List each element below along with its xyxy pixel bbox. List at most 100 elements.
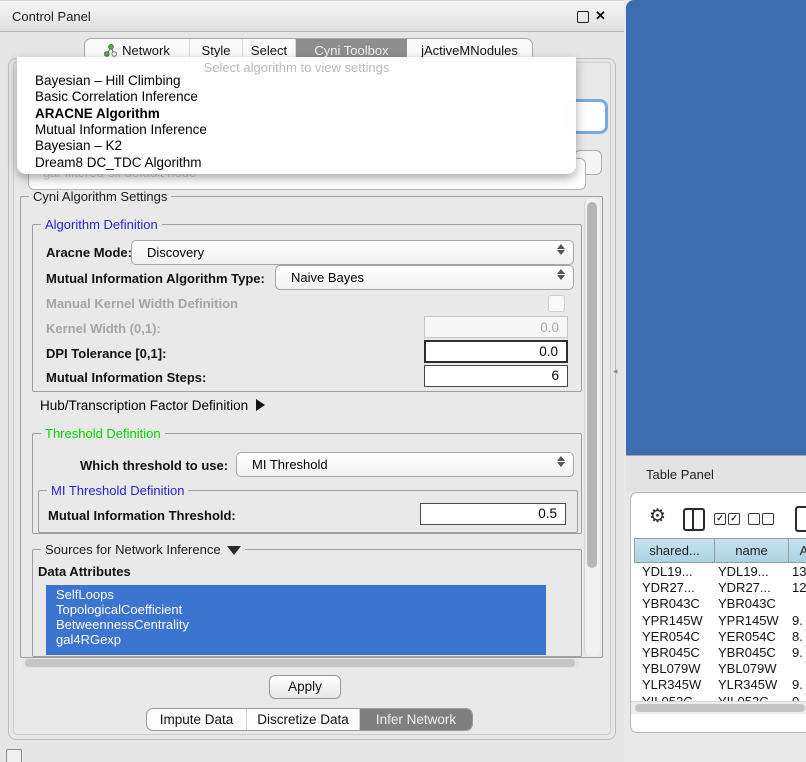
algorithm-option[interactable]: ARACNE Algorithm [35, 106, 160, 122]
table-cell: YBL079W [718, 661, 777, 676]
network-icon [104, 44, 117, 57]
table-row[interactable]: YER054C YER054C 8. [634, 628, 806, 644]
stepper-arrows-icon [557, 456, 565, 467]
algorithm-option[interactable]: Bayesian – K2 [35, 138, 122, 154]
table-cell: 9. [792, 645, 803, 660]
table-horizontal-scrollbar[interactable] [631, 701, 806, 714]
algorithm-option[interactable]: Basic Correlation Inference [35, 89, 198, 105]
table-cell: YPR145W [642, 613, 703, 628]
table-cell: YPR145W [718, 613, 779, 628]
close-icon[interactable]: ✕ [595, 8, 606, 24]
screen: Control Panel ✕ Network Style Select Cyn… [0, 0, 806, 762]
mi-threshold-field[interactable]: 0.5 [420, 503, 566, 525]
panel-title: Control Panel [12, 9, 91, 24]
group-title: Cyni Algorithm Settings [29, 189, 171, 204]
table-row[interactable]: YDR27... YDR27... 12 [634, 579, 806, 595]
kernel-width-field[interactable]: 0.0 [424, 316, 568, 338]
manual-kernel-checkbox[interactable] [548, 295, 565, 312]
table-row[interactable]: YBL079WYBL079W [634, 660, 806, 676]
deselect-all-icon[interactable] [748, 513, 760, 525]
group-title: MI Threshold Definition [47, 483, 188, 498]
attribute-item[interactable]: BetweennessCentrality [56, 617, 189, 632]
table-row[interactable]: YPR145W YPR145W 9. [634, 612, 806, 628]
dock-panel-icon[interactable] [6, 749, 22, 762]
algorithm-dropdown-popup: Select algorithm to view settings Bayesi… [17, 57, 576, 174]
mi-steps-label: Mutual Information Steps: [46, 370, 206, 385]
aracne-mode-label: Aracne Mode: [46, 245, 132, 260]
column-header-shared-name[interactable]: shared... [634, 538, 714, 563]
collapse-down-icon[interactable] [227, 546, 241, 555]
scrollbar-thumb[interactable] [587, 202, 597, 568]
table-panel: ⚙ ✓ ✓ shared... name A YDL19... YDL19... 1… [630, 492, 806, 733]
kernel-width-label: Kernel Width (0,1): [46, 321, 161, 336]
mi-type-combobox[interactable]: Naive Bayes [275, 265, 574, 290]
scrollbar-thumb[interactable] [635, 704, 805, 712]
data-attributes-list[interactable]: SelfLoopsTopologicalCoefficientBetweenne… [46, 585, 546, 655]
mi-type-label: Mutual Information Algorithm Type: [46, 271, 265, 286]
table-cell: YDR27... [718, 580, 771, 595]
scrollbar-thumb[interactable] [25, 659, 575, 667]
float-panel-icon[interactable] [577, 11, 589, 23]
mi-steps-field[interactable]: 6 [424, 365, 568, 387]
table-row[interactable]: YDL19... YDL19... 13 [634, 563, 806, 579]
aracne-mode-combobox[interactable]: Discovery [131, 240, 574, 265]
dpi-tolerance-field[interactable]: 0.0 [424, 340, 568, 363]
which-threshold-label: Which threshold to use: [80, 458, 228, 473]
select-all-icon[interactable]: ✓ [714, 513, 726, 525]
control-panel-titlebar: Control Panel ✕ [0, 0, 624, 32]
tab-impute-data[interactable]: Impute Data [147, 709, 247, 730]
column-header-partial[interactable]: A [788, 538, 806, 563]
table-cell: 9. [792, 677, 803, 692]
deselect-all-icon[interactable] [762, 513, 774, 525]
splitter-collapse-icon[interactable]: ◂ [613, 366, 618, 377]
settings-horizontal-scrollbar[interactable] [22, 658, 580, 668]
table-row[interactable]: YLR345W YLR345W 9. [634, 676, 806, 692]
control-panel-window: Control Panel ✕ Network Style Select Cyn… [0, 0, 624, 762]
attribute-item[interactable]: SelfLoops [56, 587, 114, 602]
algorithm-option[interactable]: Bayesian – Hill Climbing [35, 73, 181, 89]
tab-label: Network [122, 43, 170, 58]
table-cell: YLR345W [642, 677, 701, 692]
table-cell: YER054C [642, 629, 700, 644]
algorithm-option[interactable]: Mutual Information Inference [35, 122, 207, 138]
table-cell: 8. [792, 629, 803, 644]
column-header-name[interactable]: name [714, 538, 788, 563]
group-title: Sources for Network Inference [41, 542, 245, 557]
table-cell: YDR27... [642, 580, 695, 595]
manual-kernel-label: Manual Kernel Width Definition [46, 296, 238, 311]
stepper-arrows-icon [557, 244, 565, 255]
table-row[interactable]: YBR045CYBR045C9. [634, 644, 806, 660]
table-cell: 12 [792, 580, 806, 595]
table-cell: 9. [792, 613, 803, 628]
attribute-item[interactable]: TopologicalCoefficient [56, 602, 182, 617]
hub-section-toggle[interactable]: Hub/Transcription Factor Definition [40, 398, 265, 413]
column-layout-icon[interactable] [683, 508, 705, 531]
table-row[interactable]: YBR043CYBR043C [634, 595, 806, 611]
table-panel-title: Table Panel [646, 467, 714, 482]
bottom-tabbar: Impute Data Discretize Data Infer Networ… [146, 708, 473, 731]
attribute-item[interactable]: gal4RGexp [56, 632, 121, 647]
group-title: Algorithm Definition [41, 217, 162, 232]
algorithm-option[interactable]: Dream8 DC_TDC Algorithm [35, 155, 202, 171]
table-cell: YLR345W [718, 677, 777, 692]
settings-vertical-scrollbar[interactable] [584, 198, 600, 656]
gear-icon[interactable]: ⚙ [649, 505, 666, 528]
expand-right-icon [256, 399, 265, 411]
mi-threshold-label: Mutual Information Threshold: [48, 508, 236, 523]
data-attributes-label: Data Attributes [38, 564, 131, 579]
select-all-icon[interactable]: ✓ [728, 513, 740, 525]
table-cell: YER054C [718, 629, 776, 644]
table-cell: 13 [792, 564, 806, 579]
tab-infer-network[interactable]: Infer Network [360, 709, 472, 730]
table-cell: YDL19... [718, 564, 769, 579]
table-cell: YDL19... [642, 564, 693, 579]
which-threshold-combobox[interactable]: MI Threshold [236, 452, 574, 477]
table-cell: YBR043C [718, 596, 776, 611]
group-title: Threshold Definition [41, 426, 165, 441]
table-header-row: shared... name A [634, 538, 806, 563]
tab-discretize-data[interactable]: Discretize Data [247, 709, 360, 730]
apply-button[interactable]: Apply [269, 675, 341, 699]
dpi-tolerance-label: DPI Tolerance [0,1]: [46, 346, 166, 361]
table-options-icon[interactable] [795, 506, 806, 532]
table-panel-titlebar: Table Panel [626, 455, 806, 491]
